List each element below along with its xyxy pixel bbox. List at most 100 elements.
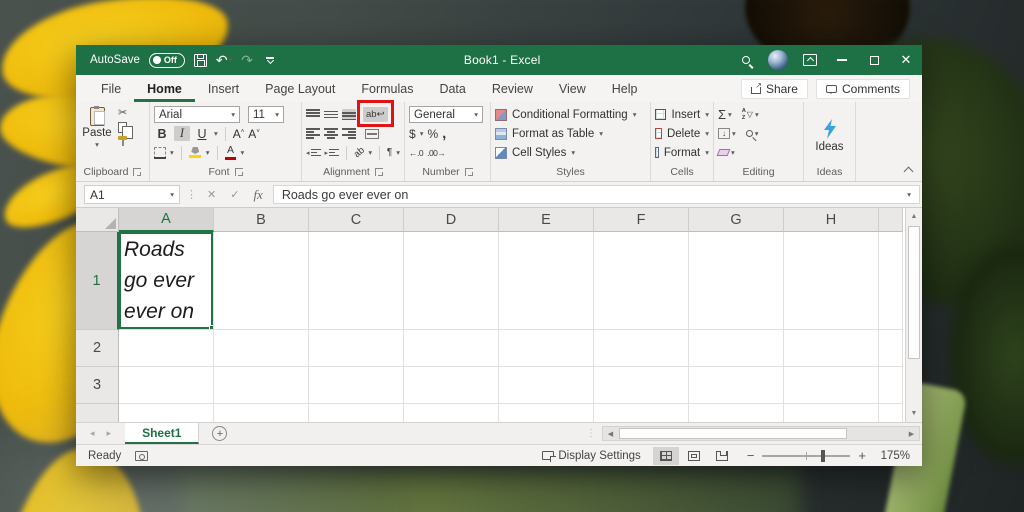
tab-help[interactable]: Help (599, 75, 651, 102)
underline-button[interactable]: U (194, 127, 210, 141)
increase-decimal-button[interactable]: ←.0 (409, 148, 424, 158)
collapse-ribbon-icon[interactable] (903, 166, 914, 177)
column-header-b[interactable]: B (214, 208, 309, 232)
paste-caret-icon[interactable]: ▾ (95, 140, 99, 149)
cell-c1[interactable] (309, 232, 404, 330)
alignment-dialog-launcher[interactable] (374, 168, 383, 176)
sheet-nav-next-icon[interactable]: ▸ (107, 428, 112, 439)
text-direction-icon[interactable]: ¶ (387, 147, 392, 158)
copy-button[interactable]: ▾ (118, 122, 133, 139)
tab-home[interactable]: Home (134, 75, 195, 102)
formula-input[interactable]: Roads go ever ever on ▾ (272, 185, 920, 204)
cell-a1[interactable]: Roads go ever ever on (119, 232, 214, 330)
borders-icon[interactable] (154, 146, 166, 159)
scroll-left-icon[interactable]: ◀ (603, 430, 618, 438)
autosave-toggle[interactable]: Off (148, 52, 185, 68)
cell-e1[interactable] (499, 232, 594, 330)
percent-button[interactable]: % (427, 127, 438, 141)
cell-a3[interactable] (119, 367, 214, 404)
comma-style-button[interactable]: , (442, 126, 446, 140)
column-header-a[interactable]: A (119, 208, 214, 232)
new-sheet-button[interactable]: + (212, 426, 228, 441)
merge-center-icon[interactable] (365, 128, 379, 139)
undo-button[interactable]: ↶ ▾ (216, 53, 232, 67)
clipboard-dialog-launcher[interactable] (133, 168, 142, 176)
row-header-3[interactable]: 3 (76, 367, 119, 404)
quick-access-customize-icon[interactable] (266, 56, 275, 64)
select-all-button[interactable] (76, 208, 119, 232)
column-header-e[interactable]: E (499, 208, 594, 232)
increase-font-size-button[interactable]: A˄ (233, 127, 245, 141)
zoom-slider[interactable] (762, 449, 851, 462)
undo-caret-icon[interactable]: ▾ (229, 57, 233, 64)
scroll-right-icon[interactable]: ▶ (904, 430, 919, 438)
align-right-button[interactable] (342, 128, 356, 139)
tab-page-layout[interactable]: Page Layout (252, 75, 348, 102)
cell-g1[interactable] (689, 232, 784, 330)
decrease-indent-button[interactable]: ◂ (306, 147, 321, 158)
column-header-h[interactable]: H (784, 208, 879, 232)
find-select-button[interactable]: ▾ (745, 129, 759, 138)
name-box[interactable]: A1 ▾ (84, 185, 180, 204)
currency-button[interactable]: $ (409, 127, 416, 141)
tab-data[interactable]: Data (426, 75, 478, 102)
fill-button[interactable]: ↓ ▾ (718, 128, 736, 139)
font-name-combo[interactable]: Arial ▾ (154, 106, 240, 123)
vertical-scroll-thumb[interactable] (908, 226, 920, 359)
zoom-level[interactable]: 175% (878, 450, 910, 462)
share-button[interactable]: Share (740, 78, 808, 99)
format-cells-button[interactable]: Format ▾ (655, 143, 709, 162)
accessibility-icon[interactable] (135, 450, 149, 461)
number-dialog-launcher[interactable] (464, 168, 473, 176)
format-as-table-button[interactable]: Format as Table ▾ (495, 124, 646, 143)
column-header-f[interactable]: F (594, 208, 689, 232)
borders-caret-icon[interactable]: ▾ (170, 148, 174, 157)
hscroll-splitter[interactable]: ⋮ (580, 428, 602, 439)
top-align-button[interactable] (306, 109, 320, 120)
column-header-partial[interactable] (879, 208, 903, 232)
page-break-view-button[interactable] (709, 447, 735, 465)
sheet-tab-sheet1[interactable]: Sheet1 (125, 423, 200, 444)
decrease-decimal-button[interactable]: .00→ (427, 148, 446, 158)
bold-button[interactable]: B (154, 127, 170, 141)
align-center-button[interactable] (324, 128, 338, 139)
tab-formulas[interactable]: Formulas (348, 75, 426, 102)
formula-bar-splitter[interactable]: ⋮ (186, 188, 197, 201)
middle-align-button[interactable] (324, 109, 338, 120)
cell-d1[interactable] (404, 232, 499, 330)
zoom-in-button[interactable]: + (858, 448, 866, 463)
conditional-formatting-button[interactable]: Conditional Formatting ▾ (495, 105, 646, 124)
fill-handle[interactable] (209, 325, 213, 329)
vertical-scrollbar[interactable]: ▲ ▼ (905, 208, 922, 422)
text-direction-caret-icon[interactable]: ▾ (396, 148, 400, 157)
align-left-button[interactable] (306, 128, 320, 139)
decrease-font-size-button[interactable]: A˅ (248, 127, 260, 141)
font-size-combo[interactable]: 11 ▾ (248, 106, 284, 123)
account-button[interactable] (762, 45, 794, 75)
cancel-entry-button[interactable]: ✕ (203, 188, 220, 201)
font-color-caret-icon[interactable]: ▾ (241, 148, 245, 157)
row-header-2[interactable]: 2 (76, 330, 119, 367)
autosum-button[interactable]: Σ ▾ (718, 108, 732, 121)
column-header-d[interactable]: D (404, 208, 499, 232)
save-icon[interactable] (193, 53, 207, 67)
maximize-button[interactable] (858, 45, 890, 75)
row-header-4[interactable]: 4 (76, 404, 119, 422)
normal-view-button[interactable] (652, 446, 679, 465)
delete-cells-button[interactable]: Delete ▾ (655, 124, 709, 143)
insert-function-button[interactable]: fx (249, 187, 266, 203)
ribbon-display-options-button[interactable] (794, 45, 826, 75)
tab-insert[interactable]: Insert (195, 75, 252, 102)
row-header-1[interactable]: 1 (76, 232, 119, 330)
cell-f1[interactable] (594, 232, 689, 330)
ideas-button[interactable]: Ideas (808, 105, 851, 165)
currency-caret-icon[interactable]: ▾ (420, 129, 424, 138)
clear-button[interactable]: ▾ (716, 148, 735, 157)
zoom-slider-thumb[interactable] (821, 449, 826, 462)
horizontal-scrollbar[interactable]: ◀ ▶ (602, 426, 920, 441)
cell-a2[interactable] (119, 330, 214, 367)
sort-filter-button[interactable]: AZ ▽ ▾ (742, 108, 759, 120)
number-format-combo[interactable]: General ▾ (409, 106, 483, 123)
cell-a4[interactable] (119, 404, 214, 422)
fill-color-caret-icon[interactable]: ▾ (206, 148, 210, 157)
